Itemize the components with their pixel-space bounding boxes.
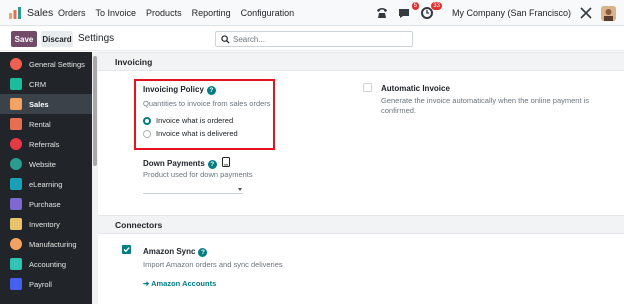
- website-icon: [10, 158, 22, 170]
- sidebar-item-referrals[interactable]: Referrals: [0, 134, 92, 154]
- tools-icon[interactable]: [578, 5, 594, 21]
- sidebar-item-website[interactable]: Website: [0, 154, 92, 174]
- purchase-icon: [10, 198, 22, 210]
- sidebar-item-label: eLearning: [29, 179, 63, 189]
- top-navbar: Sales Orders To Invoice Products Reporti…: [0, 0, 624, 26]
- amazon-accounts-label: Amazon Accounts: [151, 279, 217, 288]
- sidebar-item-elearning[interactable]: eLearning: [0, 174, 92, 194]
- amazon-accounts-link[interactable]: ➔ Amazon Accounts: [143, 279, 216, 288]
- sidebar-scrollbar-thumb[interactable]: [93, 56, 97, 166]
- page-title: Settings: [78, 33, 115, 44]
- sidebar-item-label: Inventory: [29, 219, 60, 229]
- settings-sidebar: General Settings CRM Sales Rental Referr…: [0, 52, 92, 304]
- sidebar-item-label: CRM: [29, 79, 47, 89]
- chevron-down-icon[interactable]: [238, 188, 242, 191]
- menu-products[interactable]: Products: [146, 8, 182, 18]
- sales-icon: [10, 98, 22, 110]
- search-input[interactable]: Search...: [215, 31, 413, 47]
- sidebar-item-crm[interactable]: CRM: [0, 74, 92, 94]
- discard-button[interactable]: Discard: [41, 31, 73, 47]
- sidebar-item-accounting[interactable]: Accounting: [0, 254, 92, 274]
- down-payments-label: Down Payments: [143, 159, 205, 168]
- sidebar-item-general-settings[interactable]: General Settings: [0, 54, 92, 74]
- sidebar-item-label: Accounting: [29, 259, 67, 269]
- sidebar-item-payroll[interactable]: Payroll: [0, 274, 92, 294]
- sidebar-item-sales[interactable]: Sales: [0, 94, 92, 114]
- referrals-icon: [10, 138, 22, 150]
- activity-clock-icon[interactable]: 33: [420, 2, 442, 21]
- elearning-icon: [10, 178, 22, 190]
- sidebar-item-manufacturing[interactable]: Manufacturing: [0, 234, 92, 254]
- messages-icon[interactable]: 5: [397, 2, 419, 21]
- sidebar-item-label: Referrals: [29, 139, 60, 149]
- activity-badge: 33: [431, 2, 442, 10]
- automatic-invoice-desc-line1: Generate the invoice automatically when …: [381, 96, 590, 105]
- sidebar-item-purchase[interactable]: Purchase: [0, 194, 92, 214]
- sidebar-item-label: Rental: [29, 119, 51, 129]
- odoo-circle-icon: [10, 58, 22, 70]
- amazon-sync-checkbox[interactable]: [122, 245, 131, 254]
- manufacturing-icon: [10, 238, 22, 250]
- down-payment-product-select[interactable]: [143, 193, 243, 194]
- payroll-icon: [10, 278, 22, 290]
- messages-badge: 5: [411, 2, 419, 10]
- checkmark-icon: [123, 247, 130, 253]
- amazon-sync-label: Amazon Sync: [143, 247, 196, 256]
- phone-icon[interactable]: [374, 5, 390, 21]
- menu-configuration[interactable]: Configuration: [241, 8, 295, 18]
- rental-wrench-icon: [10, 118, 22, 130]
- company-switcher[interactable]: My Company (San Francisco): [452, 8, 571, 18]
- automatic-invoice-desc-line2: confirmed.: [381, 106, 417, 115]
- arrow-right-icon: ➔: [143, 279, 152, 288]
- sidebar-item-label: Payroll: [29, 279, 52, 289]
- sidebar-item-rental[interactable]: Rental: [0, 114, 92, 134]
- menu-reporting[interactable]: Reporting: [192, 8, 231, 18]
- accounting-icon: [10, 258, 22, 270]
- sidebar-item-label: Sales: [29, 99, 49, 109]
- save-button[interactable]: Save: [11, 31, 37, 47]
- main-menu: Orders To Invoice Products Reporting Con…: [58, 8, 304, 18]
- inventory-icon: [10, 218, 22, 230]
- systray: 5 33 My Company (San Francisco): [367, 2, 616, 22]
- app-brand[interactable]: Sales: [27, 7, 53, 19]
- search-placeholder: Search...: [233, 35, 266, 44]
- section-header-connectors: Connectors: [98, 215, 624, 234]
- user-avatar[interactable]: [601, 5, 616, 21]
- amazon-sync-title: Amazon Sync?: [143, 247, 208, 257]
- search-icon: [221, 35, 230, 44]
- down-payments-desc: Product used for down payments: [143, 170, 253, 179]
- crm-icon: [10, 78, 22, 90]
- mobile-phone-icon: [222, 157, 231, 167]
- sidebar-item-label: Manufacturing: [29, 239, 77, 249]
- help-icon[interactable]: ?: [207, 160, 217, 169]
- section-header-invoicing: Invoicing: [98, 52, 624, 71]
- sidebar-item-label: Purchase: [29, 199, 61, 209]
- sidebar-item-label: General Settings: [29, 59, 85, 69]
- sidebar-item-label: Website: [29, 159, 56, 169]
- sidebar-item-inventory[interactable]: Inventory: [0, 214, 92, 234]
- help-icon[interactable]: ?: [198, 248, 208, 257]
- down-payments-title: Down Payments?: [143, 157, 231, 169]
- automatic-invoice-checkbox[interactable]: [363, 83, 372, 92]
- section-title: Invoicing: [115, 57, 153, 67]
- amazon-sync-desc: Import Amazon orders and sync deliveries: [143, 260, 283, 269]
- menu-to-invoice[interactable]: To Invoice: [96, 8, 137, 18]
- menu-orders[interactable]: Orders: [58, 8, 86, 18]
- section-title: Connectors: [115, 220, 163, 230]
- highlight-annotation-box: [134, 79, 275, 150]
- automatic-invoice-title: Automatic Invoice: [381, 84, 450, 93]
- control-panel: Save Discard Settings Search...: [0, 27, 624, 51]
- sales-app-logo-icon[interactable]: [9, 7, 21, 19]
